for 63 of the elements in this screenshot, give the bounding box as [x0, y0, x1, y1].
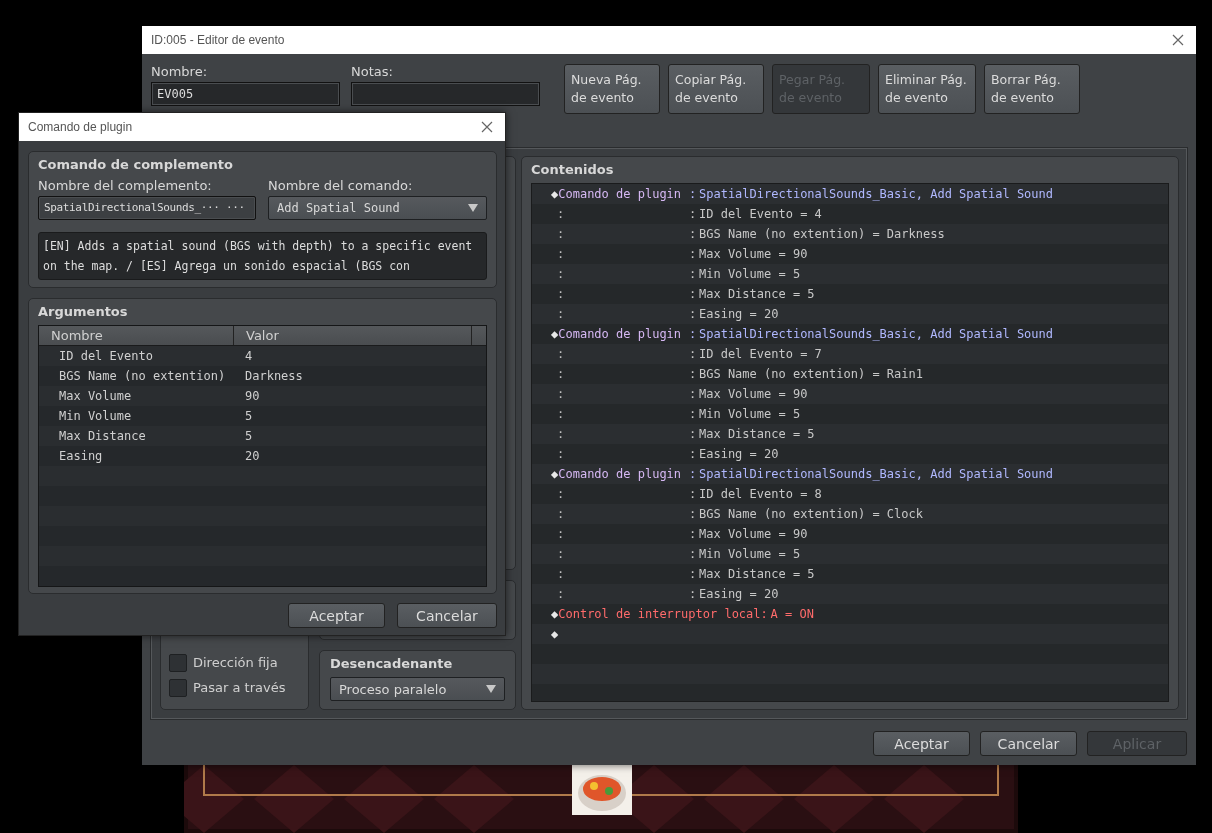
- button[interactable]: Eliminar Pág. de evento: [878, 64, 976, 114]
- command-row[interactable]: ◆: [532, 624, 1168, 644]
- command-row[interactable]: : : BGS Name (no extention) = Rain1: [532, 364, 1168, 384]
- command-row[interactable]: : : ID del Evento = 8: [532, 484, 1168, 504]
- command-row[interactable]: : : Min Volume = 5: [532, 264, 1168, 284]
- name-field[interactable]: EV005: [151, 82, 340, 106]
- table-row[interactable]: Max Distance 5: [39, 426, 486, 446]
- command-row[interactable]: ◆Control de interruptor local: A = ON: [532, 604, 1168, 624]
- caret-icon: [468, 204, 478, 212]
- column-header[interactable]: Nombre: [39, 326, 234, 345]
- table-row[interactable]: ID del Evento 4: [39, 346, 486, 366]
- command-row[interactable]: : : ID del Evento = 7: [532, 344, 1168, 364]
- trigger-dropdown[interactable]: Proceso paralelo: [330, 677, 505, 701]
- command-row[interactable]: : : Max Volume = 90: [532, 244, 1168, 264]
- close-icon[interactable]: [1172, 34, 1184, 46]
- caret-icon: [486, 685, 496, 693]
- command-row[interactable]: ◆Comando de plugin : SpatialDirectionalSounds_Basic, Add Spatial Sound: [532, 464, 1168, 484]
- field-label: Nombre del comando:: [268, 178, 414, 195]
- field-label: Notas:: [351, 64, 394, 81]
- panel-title: Contenidos: [531, 161, 615, 179]
- panel-title: Argumentos: [38, 303, 129, 321]
- command-dropdown[interactable]: Add Spatial Sound: [268, 196, 487, 220]
- button[interactable]: Aceptar: [873, 731, 970, 756]
- command-row[interactable]: : : Max Volume = 90: [532, 384, 1168, 404]
- command-row[interactable]: : : Easing = 20: [532, 304, 1168, 324]
- command-row[interactable]: : : BGS Name (no extention) = Darkness: [532, 224, 1168, 244]
- panel-title: Desencadenante: [330, 655, 454, 673]
- description-box: [EN] Adds a spatial sound (BGS with depth) to a specific event on the map. / [ES] Agrega un sonido espacial (BGS con: [38, 232, 487, 280]
- button[interactable]: Cancelar: [397, 603, 497, 628]
- command-row[interactable]: : : BGS Name (no extention) = Clock: [532, 504, 1168, 524]
- field-label: Nombre del complemento:: [38, 178, 213, 195]
- checkbox-label: Dirección fija: [193, 655, 278, 670]
- column-header[interactable]: Valor: [234, 326, 472, 345]
- field-label: Nombre:: [151, 64, 209, 81]
- button[interactable]: Borrar Pág. de evento: [984, 64, 1080, 114]
- notes-field[interactable]: [351, 82, 540, 106]
- command-row[interactable]: ◆Comando de plugin : SpatialDirectionalSounds_Basic, Add Spatial Sound: [532, 184, 1168, 204]
- close-icon[interactable]: [481, 121, 493, 133]
- checkbox[interactable]: [169, 653, 187, 672]
- command-row[interactable]: ◆Comando de plugin : SpatialDirectionalSounds_Basic, Add Spatial Sound: [532, 324, 1168, 344]
- panel-title: Comando de complemento: [38, 156, 234, 174]
- command-row[interactable]: : : Max Distance = 5: [532, 284, 1168, 304]
- command-row[interactable]: : : Easing = 20: [532, 584, 1168, 604]
- checkbox[interactable]: [169, 678, 187, 697]
- table-row[interactable]: Easing 20: [39, 446, 486, 466]
- command-row[interactable]: : : Min Volume = 5: [532, 544, 1168, 564]
- button[interactable]: Aceptar: [288, 603, 385, 628]
- command-row[interactable]: : : Easing = 20: [532, 444, 1168, 464]
- command-row[interactable]: : : Min Volume = 5: [532, 404, 1168, 424]
- command-row[interactable]: : : Max Volume = 90: [532, 524, 1168, 544]
- command-row[interactable]: : : Max Distance = 5: [532, 424, 1168, 444]
- command-row[interactable]: : : Max Distance = 5: [532, 564, 1168, 584]
- table-row[interactable]: Max Volume 90: [39, 386, 486, 406]
- window-title: Comando de plugin: [28, 120, 133, 134]
- window-title: ID:005 - Editor de evento: [151, 33, 285, 47]
- table-row[interactable]: Min Volume 5: [39, 406, 486, 426]
- button[interactable]: Copiar Pág. de evento: [668, 64, 764, 114]
- checkbox-label: Pasar a través: [193, 680, 286, 695]
- button[interactable]: Nueva Pág. de evento: [564, 64, 660, 114]
- command-row[interactable]: : : ID del Evento = 4: [532, 204, 1168, 224]
- table-row[interactable]: BGS Name (no extention) Darkness: [39, 366, 486, 386]
- button[interactable]: Cancelar: [980, 731, 1077, 756]
- plugin-field[interactable]: SpatialDirectionalSounds_··· ···: [38, 196, 256, 220]
